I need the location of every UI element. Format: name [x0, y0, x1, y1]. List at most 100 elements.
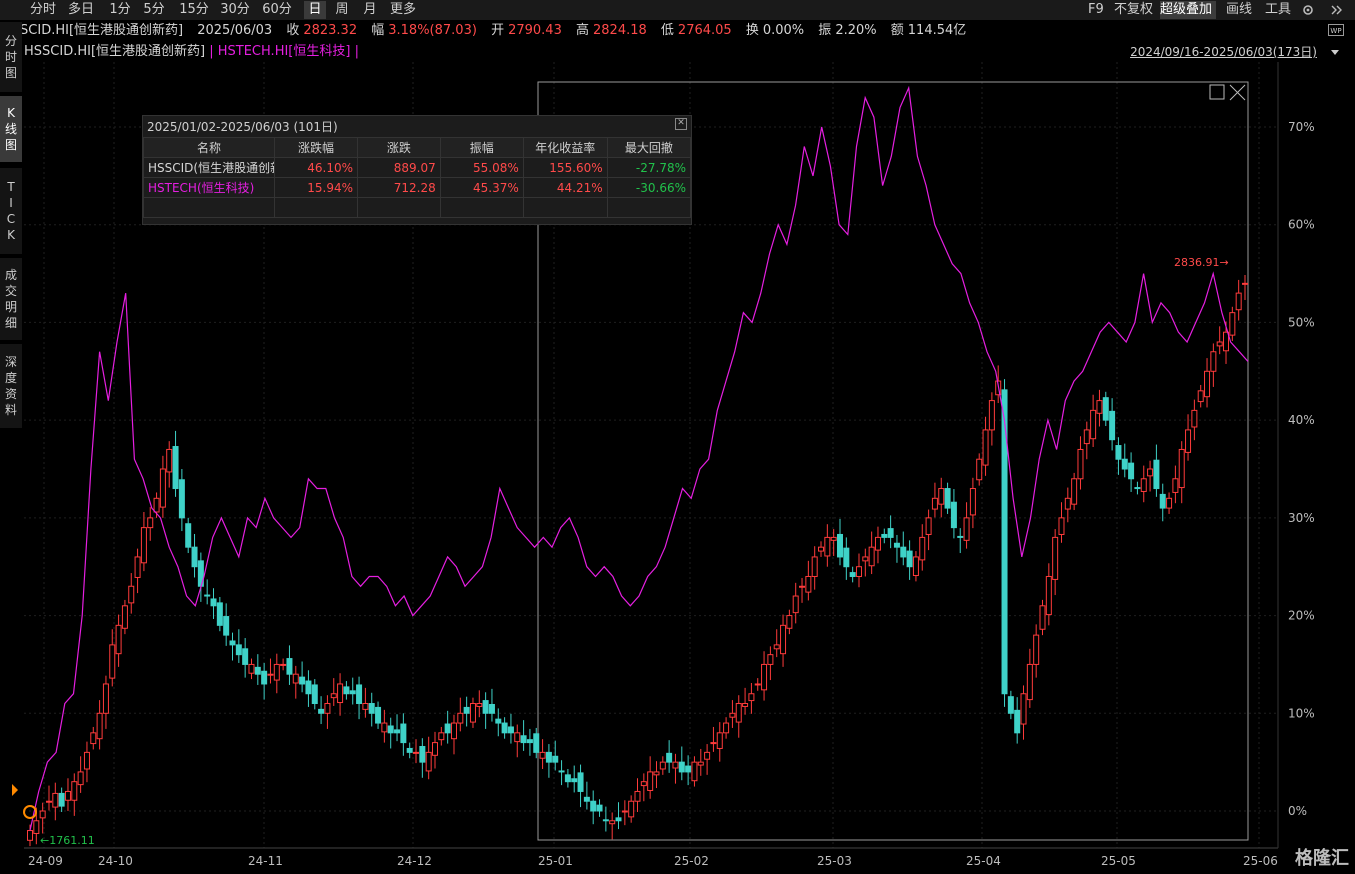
candle-body	[672, 761, 679, 769]
summary-cell: HSSCID(恒生港股通创新药)	[143, 157, 275, 178]
candle-body	[919, 536, 926, 561]
candle-body	[71, 781, 78, 801]
candle-body	[27, 830, 33, 841]
range-summary-panel: 2025/01/02-2025/06/03 (101日) ✕ 名称 涨跌幅 涨跌 振幅…	[142, 115, 692, 225]
candle-body	[96, 712, 103, 740]
candle-body	[685, 765, 692, 773]
candle-body	[280, 663, 287, 666]
summary-cell: 15.94%	[274, 177, 358, 198]
candle-body	[1229, 312, 1236, 336]
candle-body	[754, 683, 761, 686]
candle-body	[1172, 478, 1179, 493]
candle-body	[172, 446, 179, 490]
candle-body	[273, 663, 280, 681]
candle-body	[963, 517, 970, 541]
candle-body	[704, 751, 711, 760]
candle-body	[647, 771, 654, 791]
candle-body	[824, 536, 831, 557]
candle-body	[640, 781, 647, 787]
summary-cell: 46.10%	[274, 157, 358, 178]
candle-body	[242, 648, 249, 665]
candle-body	[507, 726, 514, 734]
y-tick-label: 20%	[1288, 609, 1315, 623]
candle-body	[811, 556, 818, 577]
candle-body	[761, 663, 768, 691]
x-tick-label: 25-05	[1101, 854, 1136, 868]
candle-body	[337, 683, 344, 704]
candle-body	[849, 572, 856, 577]
summary-cell: 155.60%	[522, 157, 608, 178]
candle-body	[602, 819, 609, 822]
candle-body	[204, 594, 211, 597]
candle-body	[659, 761, 666, 770]
candle-body	[988, 400, 995, 431]
candle-body	[432, 742, 438, 756]
candle-body	[520, 735, 527, 744]
candle-body	[83, 751, 90, 770]
candle-body	[906, 550, 913, 568]
candle-body	[64, 790, 71, 801]
candle-body	[254, 666, 261, 675]
candle-body	[33, 820, 40, 834]
candle-body	[1147, 468, 1154, 477]
candle-body	[590, 800, 597, 812]
summary-cell: HSTECH(恒生科技)	[143, 177, 275, 198]
candle-body	[52, 792, 59, 808]
candle-body	[267, 673, 274, 676]
candle-body	[1185, 429, 1192, 453]
candle-body	[482, 700, 489, 714]
summary-cell: 712.28	[357, 177, 441, 198]
high-price-label: 2836.91→	[1174, 256, 1229, 269]
candle-body	[666, 752, 673, 763]
candle-body	[191, 546, 198, 568]
candle-body	[621, 810, 628, 813]
candle-body	[134, 556, 141, 578]
x-tick-label: 24-09	[28, 854, 63, 868]
low-price-label: ←1761.11	[40, 834, 95, 847]
candle-body	[299, 676, 306, 685]
candle-body	[539, 751, 546, 759]
x-tick-label: 24-10	[98, 854, 133, 868]
watermark-logo: 格隆汇	[1295, 848, 1349, 869]
candle-body	[178, 479, 185, 519]
candle-body	[533, 733, 540, 753]
summary-table: 名称涨跌幅涨跌振幅年化收益率最大回撤 HSSCID(恒生港股通创新药)46.10…	[143, 137, 692, 218]
candle-body	[1102, 397, 1109, 421]
candle-body	[318, 708, 325, 714]
candle-body	[1242, 282, 1248, 285]
y-tick-label: 40%	[1288, 413, 1315, 427]
x-tick-label: 24-12	[397, 854, 432, 868]
candle-body	[413, 751, 420, 754]
candle-body	[818, 546, 825, 552]
table-row[interactable]: HSTECH(恒生科技) 15.94% 712.28 45.37% 44.21% -30.…	[143, 177, 692, 198]
candle-body	[969, 488, 976, 516]
candle-body	[1216, 341, 1223, 347]
candle-body	[1033, 634, 1040, 665]
candle-body	[166, 448, 173, 473]
candle-body	[735, 703, 742, 723]
candle-body	[1052, 536, 1059, 580]
candle-body	[1026, 663, 1033, 701]
y-tick-label: 50%	[1288, 315, 1315, 329]
close-icon[interactable]: ✕	[675, 118, 687, 130]
table-row[interactable]: HSSCID(恒生港股通创新药)46.10%889.0755.08%155.60…	[143, 157, 692, 178]
candle-body	[868, 546, 875, 567]
candle-body	[1166, 497, 1173, 509]
candle-body	[552, 755, 559, 763]
candle-body	[362, 703, 369, 710]
candle-body	[837, 533, 843, 558]
candle-body	[1115, 445, 1122, 460]
summary-cell: -27.78%	[606, 157, 692, 178]
candle-body	[356, 684, 363, 705]
candle-body	[109, 644, 116, 679]
candle-body	[615, 817, 622, 822]
candle-body	[147, 517, 154, 529]
candle-body	[881, 533, 888, 538]
candle-body	[691, 761, 698, 782]
x-tick-label: 25-03	[817, 854, 852, 868]
candle-body	[235, 644, 242, 656]
candle-body	[469, 703, 476, 723]
candle-body	[596, 804, 603, 812]
candle-body	[862, 556, 869, 562]
candle-body	[261, 670, 268, 685]
